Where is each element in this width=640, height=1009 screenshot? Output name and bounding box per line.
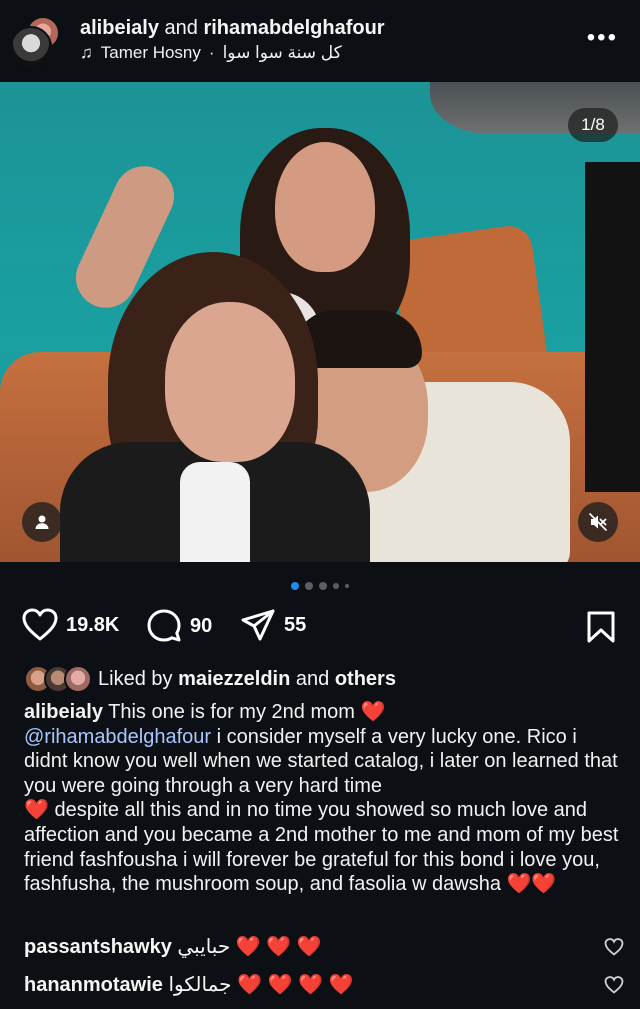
comment-text: جمالكوا (168, 974, 232, 996)
music-artist: Tamer Hosny (100, 43, 201, 62)
comment-text: حبايبي (177, 936, 231, 958)
collab-avatars[interactable] (10, 16, 62, 68)
liked-by-user-link[interactable]: maiezzeldin (178, 668, 290, 691)
comment-button[interactable]: 90 (146, 608, 212, 644)
comment-bubble-icon (147, 609, 181, 642)
save-button[interactable] (586, 610, 616, 649)
comment-item: passantshawky حبايبي ❤️ ❤️ ❤️ (24, 934, 624, 959)
share-button[interactable]: 55 (240, 608, 306, 642)
post-media[interactable]: 1/8 (0, 82, 640, 562)
comment-hearts: ❤️ ❤️ ❤️ (235, 936, 322, 958)
heart-outline-icon (604, 938, 624, 956)
photo-girl-face (275, 142, 375, 272)
caption-author-link[interactable]: alibeialy (24, 701, 103, 723)
heart-outline-icon (604, 976, 624, 994)
comment-author-link[interactable]: passantshawky (24, 936, 172, 958)
comment-author-link[interactable]: hananmotawie (24, 974, 163, 996)
comment-item: hananmotawie جمالكوا ❤️ ❤️ ❤️ ❤️ (24, 972, 624, 997)
comments-count[interactable]: 90 (190, 615, 212, 638)
music-note-icon: ♫ (80, 43, 93, 62)
likes-count[interactable]: 19.8K (66, 614, 119, 637)
comment-like-button[interactable] (604, 976, 624, 1000)
author-primary-link[interactable]: alibeialy (80, 17, 159, 39)
carousel-dot (345, 584, 349, 588)
avatar-primary[interactable] (10, 26, 52, 68)
media-page-counter: 1/8 (568, 108, 618, 142)
shares-count[interactable]: 55 (284, 614, 306, 637)
paper-plane-icon (241, 609, 275, 641)
photo-woman-face (165, 302, 295, 462)
heart-outline-icon (22, 608, 58, 641)
photo-dark-curtain (585, 162, 640, 492)
comment-like-button[interactable] (604, 938, 624, 962)
liker-avatars (24, 665, 96, 693)
caption-heart-emoji: ❤️ (531, 873, 557, 896)
carousel-dot (333, 583, 339, 589)
carousel-dot-active (291, 582, 299, 590)
music-title: كل سنة سوا سوا (222, 43, 342, 62)
author-conjunction: and (164, 17, 198, 39)
author-secondary-link[interactable]: rihamabdelghafour (203, 17, 384, 39)
likes-summary[interactable]: Liked by maiezzeldin and others (24, 665, 396, 693)
carousel-dot (305, 582, 313, 590)
post-caption: alibeialy This one is for my 2nd mom ❤️ … (24, 700, 624, 897)
likes-prefix: Liked by (98, 667, 173, 690)
like-button[interactable]: 19.8K (22, 608, 119, 642)
caption-text-1: This one is for my 2nd mom (108, 701, 355, 723)
post-actions: 19.8K 90 55 (0, 608, 640, 648)
carousel-dot (319, 582, 327, 590)
likes-and: and (295, 667, 330, 690)
speaker-muted-icon (589, 513, 607, 531)
caption-heart-emoji: ❤️ (506, 873, 532, 896)
post-header: alibeialy and rihamabdelghafour ♫ Tamer … (0, 0, 640, 82)
person-icon (35, 515, 49, 529)
tagged-people-button[interactable] (22, 502, 62, 542)
liked-by-others-link[interactable]: others (335, 668, 396, 691)
author-line: alibeialy and rihamabdelghafour (80, 17, 385, 40)
carousel-indicator (0, 582, 640, 590)
caption-heart-emoji: ❤️ (360, 701, 386, 723)
more-options-button[interactable]: ••• (587, 26, 618, 50)
caption-mention-link[interactable]: @rihamabdelghafour (24, 726, 211, 748)
music-attribution[interactable]: ♫ Tamer Hosny · كل سنة سوا سوا (80, 43, 342, 63)
photo-woman-shirt (180, 462, 250, 562)
bookmark-icon (587, 611, 615, 643)
mute-button[interactable] (578, 502, 618, 542)
music-separator: · (208, 43, 215, 62)
comment-hearts: ❤️ ❤️ ❤️ ❤️ (237, 974, 354, 996)
liker-avatar (64, 665, 92, 693)
caption-heart-emoji: ❤️ (24, 799, 49, 822)
